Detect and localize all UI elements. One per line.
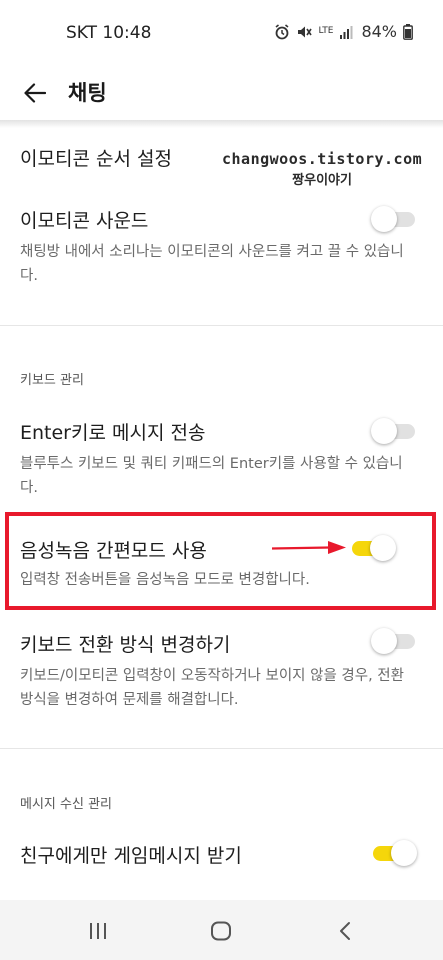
setting-title: Enter키로 메시지 전송 (20, 422, 206, 444)
arrow-left-icon (24, 83, 46, 103)
watermark-name: 짱우이야기 (292, 173, 352, 188)
emoticon-sound-toggle[interactable] (371, 206, 417, 232)
divider (0, 748, 443, 749)
toggle-knob (371, 206, 397, 232)
status-time: SKT 10:48 (66, 23, 152, 43)
red-arrow-annotation (272, 541, 346, 554)
setting-desc: 채팅방 내에서 소리나는 이모티콘의 사운드를 켜고 끌 수 있습니다. (20, 244, 404, 284)
setting-keyboard-switch[interactable]: 키보드 전환 방식 변경하기 키보드/이모티콘 입력창이 오동작하거나 보이지 … (0, 618, 443, 723)
app-bar-shadow (0, 120, 443, 128)
watermark-url: changwoos.tistory.com (222, 150, 423, 168)
highlight-box (5, 512, 436, 610)
signal-icon (340, 25, 353, 39)
section-label-keyboard: 키보드 관리 (20, 373, 84, 388)
toggle-knob (371, 628, 397, 654)
battery-percent: 84% (361, 22, 397, 41)
keyboard-switch-toggle[interactable] (371, 628, 417, 654)
toggle-knob (371, 418, 397, 444)
alarm-icon (275, 23, 289, 39)
watermark: changwoos.tistory.com 짱우이야기 (222, 150, 422, 188)
nav-back-button[interactable] (331, 918, 359, 944)
setting-desc: 블루투스 키보드 및 쿼티 키패드의 Enter키를 사용할 수 있습니다. (20, 456, 403, 496)
setting-friend-game-message[interactable]: 친구에게만 게임메시지 받기 (0, 830, 443, 890)
home-button[interactable] (207, 918, 235, 944)
mute-icon (298, 26, 313, 37)
setting-desc: 키보드/이모티콘 입력창이 오동작하거나 보이지 않을 경우, 전환 방식을 변… (20, 668, 404, 708)
setting-title: 이모티콘 순서 설정 (20, 148, 172, 170)
setting-title: 친구에게만 게임메시지 받기 (20, 845, 242, 867)
status-icons: LTE 84% (274, 22, 413, 41)
back-chevron-icon (340, 922, 350, 940)
page-title: 채팅 (68, 81, 107, 105)
setting-emoticon-sound[interactable]: 이모티콘 사운드 채팅방 내에서 소리나는 이모티콘의 사운드를 켜고 끌 수 … (0, 196, 443, 306)
back-button[interactable] (18, 76, 52, 110)
battery-icon (403, 23, 413, 40)
lte-indicator: LTE (318, 26, 334, 36)
recents-button[interactable] (84, 918, 112, 944)
recents-icon (90, 923, 106, 939)
setting-title: 이모티콘 사운드 (20, 210, 149, 232)
home-icon (211, 921, 231, 941)
app-bar: 채팅 (0, 66, 443, 120)
status-bar: SKT 10:48 LTE 84% (0, 0, 443, 66)
setting-title: 키보드 전환 방식 변경하기 (20, 634, 231, 656)
section-label-message: 메시지 수신 관리 (20, 797, 112, 812)
divider (0, 325, 443, 326)
navigation-bar (0, 900, 443, 960)
friend-game-toggle[interactable] (371, 840, 417, 866)
enter-send-toggle[interactable] (371, 418, 417, 444)
setting-enter-send[interactable]: Enter키로 메시지 전송 블루투스 키보드 및 쿼티 키패드의 Enter키… (0, 408, 443, 508)
toggle-knob (391, 840, 417, 866)
